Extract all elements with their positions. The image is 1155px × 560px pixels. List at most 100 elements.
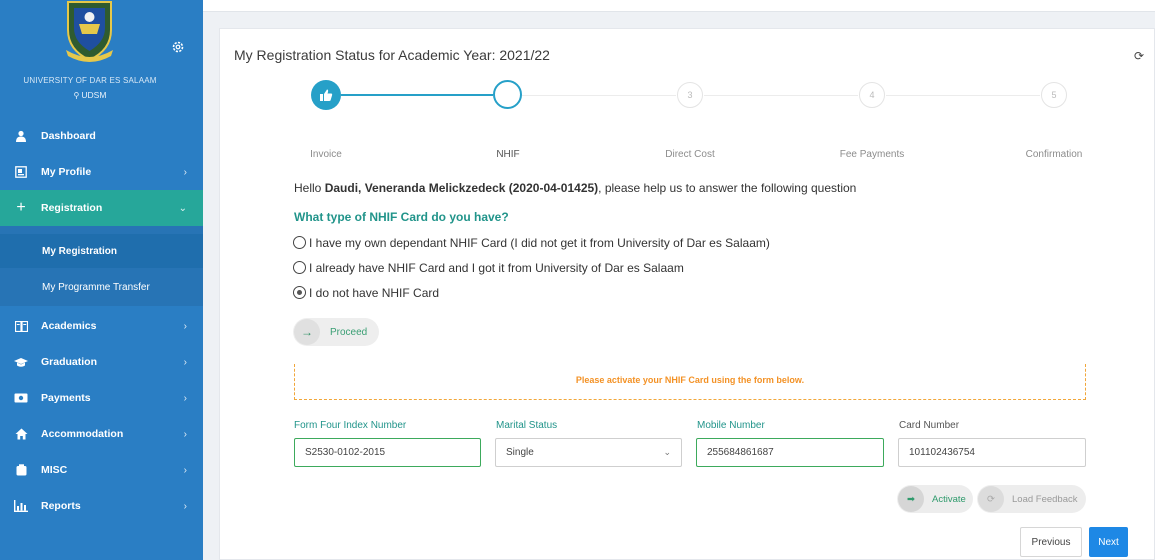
- sidebar-item-label: Accommodation: [41, 428, 124, 440]
- radio-option-own-dependant[interactable]: I have my own dependant NHIF Card (I did…: [293, 236, 770, 250]
- chevron-down-icon: ⌄: [663, 447, 671, 457]
- university-name: UNIVERSITY OF DAR ES SALAAM: [23, 76, 157, 85]
- radio-option-no-card[interactable]: I do not have NHIF Card: [293, 286, 439, 300]
- sidebar-item-label: Graduation: [41, 356, 98, 368]
- mobile-number-label: Mobile Number: [697, 420, 765, 431]
- radio-button-checked[interactable]: [293, 286, 306, 299]
- page-title: My Registration Status for Academic Year…: [234, 47, 550, 63]
- greeting-prefix: Hello: [294, 181, 325, 195]
- step-label-direct-cost: Direct Cost: [665, 149, 715, 160]
- chevron-right-icon: ›: [183, 166, 187, 178]
- card-number-input[interactable]: 101102436754: [898, 438, 1086, 467]
- sidebar-subitem-label: My Registration: [42, 245, 118, 257]
- chevron-right-icon: ›: [183, 500, 187, 512]
- stepper-line: [704, 95, 858, 96]
- load-feedback-button[interactable]: ⟳ Load Feedback: [977, 485, 1086, 513]
- sidebar-item-academics[interactable]: Academics ›: [0, 308, 203, 344]
- graduation-cap-icon: [14, 355, 28, 369]
- sidebar-item-misc[interactable]: MISC ›: [0, 452, 203, 488]
- archive-icon: [14, 463, 28, 477]
- sidebar-item-label: Reports: [41, 500, 81, 512]
- activate-label: Activate: [932, 493, 966, 505]
- next-button[interactable]: Next: [1089, 527, 1128, 557]
- stepper-line: [522, 95, 676, 96]
- refresh-icon[interactable]: ⟳: [1134, 49, 1144, 63]
- marital-status-select[interactable]: Single ⌄: [495, 438, 682, 467]
- book-icon: [14, 319, 28, 333]
- user-icon: [14, 129, 28, 143]
- radio-option-label: I already have NHIF Card and I got it fr…: [309, 261, 684, 275]
- sidebar-item-registration[interactable]: + Registration ⌄: [0, 190, 203, 226]
- sidebar-item-my-profile[interactable]: My Profile ›: [0, 154, 203, 190]
- sidebar-item-label: MISC: [41, 464, 68, 476]
- index-number-input[interactable]: S2530-0102-2015: [294, 438, 481, 467]
- sidebar-item-graduation[interactable]: Graduation ›: [0, 344, 203, 380]
- greeting-text: Hello Daudi, Veneranda Melickzedeck (202…: [294, 181, 856, 195]
- settings-gear-icon[interactable]: [171, 40, 185, 54]
- submenu-spacer: [0, 226, 203, 234]
- refresh-icon: ⟳: [978, 486, 1004, 512]
- previous-button[interactable]: Previous: [1020, 527, 1082, 557]
- activation-notice: Please activate your NHIF Card using the…: [294, 364, 1086, 400]
- radio-option-label: I have my own dependant NHIF Card (I did…: [309, 236, 770, 250]
- step-label-confirmation: Confirmation: [1025, 149, 1083, 160]
- chevron-right-icon: ›: [183, 356, 187, 368]
- radio-button[interactable]: [293, 236, 306, 249]
- step-label-fee-payments: Fee Payments: [839, 149, 905, 160]
- location-label: UDSM: [81, 90, 107, 100]
- student-name: Daudi, Veneranda Melickzedeck (2020-04-0…: [324, 181, 599, 195]
- sidebar-item-reports[interactable]: Reports ›: [0, 488, 203, 524]
- university-logo: [66, 1, 113, 62]
- sidebar-item-label: Registration: [41, 202, 103, 214]
- profile-card-icon: [14, 165, 28, 179]
- load-feedback-label: Load Feedback: [1012, 493, 1078, 505]
- proceed-label: Proceed: [330, 326, 368, 338]
- thumbs-up-icon: [320, 89, 333, 101]
- proceed-button[interactable]: → Proceed: [293, 318, 379, 346]
- sidebar-item-label: Payments: [41, 392, 91, 404]
- chart-icon: [14, 499, 28, 513]
- index-number-value: S2530-0102-2015: [305, 447, 386, 458]
- stepper-line: [886, 95, 1040, 96]
- card-number-label: Card Number: [899, 420, 960, 431]
- radio-option-label: I do not have NHIF Card: [309, 286, 440, 300]
- university-location: ⚲ UDSM: [0, 90, 180, 100]
- activate-arrow-icon: ➡: [898, 486, 924, 512]
- radio-option-from-university[interactable]: I already have NHIF Card and I got it fr…: [293, 261, 684, 275]
- step-direct-cost-circle[interactable]: 3: [677, 82, 703, 108]
- activate-button[interactable]: ➡ Activate: [897, 485, 973, 513]
- mobile-number-value: 255684861687: [707, 447, 774, 458]
- index-number-label: Form Four Index Number: [294, 420, 407, 431]
- sidebar-item-payments[interactable]: Payments ›: [0, 380, 203, 416]
- greeting-suffix: , please help us to answer the following…: [598, 181, 857, 195]
- step-nhif-circle[interactable]: [493, 80, 522, 109]
- marital-status-value: Single: [506, 447, 534, 458]
- sidebar-subitem-my-programme-transfer[interactable]: My Programme Transfer: [0, 268, 203, 306]
- step-fee-payments-circle[interactable]: 4: [859, 82, 885, 108]
- chevron-down-icon: ⌄: [178, 202, 187, 214]
- card-number-value: 101102436754: [909, 447, 975, 458]
- chevron-right-icon: ›: [183, 320, 187, 332]
- arrow-right-icon: →: [294, 319, 320, 345]
- sidebar-subitem-label: My Programme Transfer: [42, 281, 150, 293]
- sidebar-item-label: Dashboard: [41, 130, 96, 142]
- stepper-line-complete: [341, 94, 493, 96]
- chevron-right-icon: ›: [183, 392, 187, 404]
- mobile-number-input[interactable]: 255684861687: [696, 438, 884, 467]
- nhif-question: What type of NHIF Card do you have?: [294, 210, 509, 224]
- chevron-right-icon: ›: [183, 428, 187, 440]
- sidebar-item-dashboard[interactable]: Dashboard: [0, 118, 203, 154]
- sidebar-subitem-my-registration[interactable]: My Registration: [0, 234, 203, 268]
- step-invoice-circle[interactable]: [311, 80, 341, 110]
- radio-button[interactable]: [293, 261, 306, 274]
- step-confirmation-circle[interactable]: 5: [1041, 82, 1067, 108]
- step-label-invoice: Invoice: [310, 149, 342, 160]
- sidebar-item-accommodation[interactable]: Accommodation ›: [0, 416, 203, 452]
- marital-status-label: Marital Status: [496, 420, 558, 431]
- sidebar: UNIVERSITY OF DAR ES SALAAM ⚲ UDSM Dashbo…: [0, 0, 203, 560]
- brand: UNIVERSITY OF DAR ES SALAAM ⚲ UDSM: [0, 0, 203, 116]
- sidebar-item-label: My Profile: [41, 166, 92, 178]
- plus-icon: +: [16, 199, 26, 216]
- money-icon: [14, 391, 28, 405]
- chevron-right-icon: ›: [183, 464, 187, 476]
